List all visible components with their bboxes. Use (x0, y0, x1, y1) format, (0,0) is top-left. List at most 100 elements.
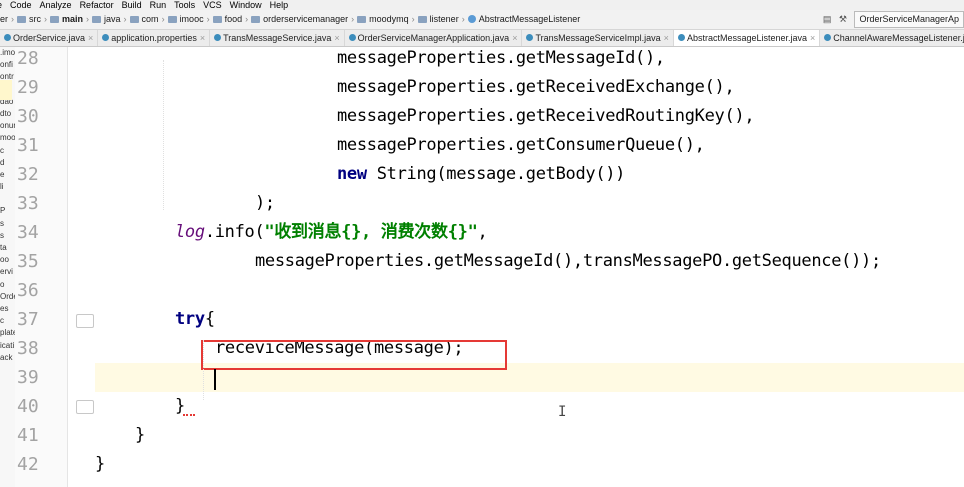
close-icon[interactable]: × (200, 33, 205, 43)
editor-tab[interactable]: application.properties × (98, 30, 211, 46)
code-token: messageProperties.getReceivedRoutingKey(… (337, 106, 755, 126)
project-tree-item[interactable] (0, 193, 15, 205)
close-icon[interactable]: × (334, 33, 339, 43)
tab-label: OrderService.java (13, 33, 86, 43)
breadcrumb-separator: › (206, 14, 210, 24)
breadcrumb-item[interactable]: src (17, 10, 41, 29)
breadcrumb-item[interactable]: AbstractMessageListener (467, 10, 581, 29)
project-tree-item[interactable]: P (0, 205, 15, 217)
project-tree-item[interactable]: e (0, 169, 15, 181)
menu-item[interactable]: Window (230, 0, 262, 10)
menu-item[interactable]: Run (150, 0, 167, 10)
project-tree-item[interactable]: onfi (0, 59, 15, 71)
breadcrumb-item[interactable]: main (50, 10, 83, 29)
breadcrumb-separator: › (11, 14, 15, 24)
project-tree-item[interactable]: ack (0, 352, 15, 364)
breadcrumb-separator: › (161, 14, 165, 24)
code-keyword: new (337, 164, 367, 184)
run-configuration-selector[interactable]: OrderServiceManagerAp (854, 11, 964, 28)
editor-tab[interactable]: TransMessageService.java × (210, 30, 345, 46)
project-tree-item[interactable]: oo (0, 254, 15, 266)
project-tree-item[interactable]: li (0, 181, 15, 193)
project-tree-item[interactable]: s (0, 230, 15, 242)
project-tree-item[interactable]: plate (0, 327, 15, 339)
code-line: messageProperties.getConsumerQueue(), (337, 131, 705, 160)
folder-icon (417, 16, 427, 23)
breadcrumb: er › src › main › java › com › imooc › food › orderser… (0, 10, 583, 29)
folder-icon (251, 16, 261, 23)
gutter-divider (67, 47, 68, 487)
menu-item[interactable]: Refactor (80, 0, 114, 10)
line-number: 39 (17, 367, 39, 388)
breadcrumb-label: er (0, 14, 9, 24)
code-token: messageProperties.getReceivedExchange(), (337, 77, 735, 97)
breadcrumb-item[interactable]: java (92, 10, 121, 29)
project-tree-item[interactable]: icati (0, 340, 15, 352)
project-tree-item[interactable]: o (0, 279, 15, 291)
editor-tab[interactable]: ChannelAwareMessageListener.java× (820, 30, 964, 46)
breadcrumb-item[interactable]: listener (417, 10, 459, 29)
menu-item[interactable]: Tools (174, 0, 195, 10)
breadcrumb-item[interactable]: com (129, 10, 159, 29)
close-icon[interactable]: × (664, 33, 669, 43)
project-tree-item[interactable]: ta (0, 242, 15, 254)
line-number: 40 (17, 396, 39, 417)
code-editor[interactable]: messageProperties.getMessageId(), message… (95, 47, 964, 487)
text-caret (214, 369, 216, 390)
file-type-icon (526, 34, 534, 41)
breadcrumb-label: AbstractMessageListener (478, 14, 581, 24)
line-number: 37 (17, 309, 39, 330)
menu-item[interactable]: Analyze (40, 0, 72, 10)
code-token: { (204, 309, 215, 329)
breadcrumb-label: main (62, 14, 84, 24)
project-tree-item[interactable]: dto (0, 108, 15, 120)
close-icon[interactable]: × (810, 33, 815, 43)
folder-icon (129, 16, 139, 23)
tab-label: TransMessageServiceImpl.java (535, 33, 661, 43)
menu-item[interactable]: e (0, 0, 2, 10)
menu-item[interactable]: Help (270, 0, 289, 10)
editor-tab[interactable]: AbstractMessageListener.java × (673, 30, 821, 46)
code-keyword: try (175, 309, 205, 329)
build-hammer-icon[interactable]: ⚒ (839, 10, 847, 29)
breadcrumb-item[interactable]: imooc (167, 10, 204, 29)
line-number: 33 (17, 193, 39, 214)
project-tree-item[interactable]: moo (0, 132, 15, 144)
code-line: messageProperties.getMessageId(),transMe… (255, 247, 881, 276)
project-tree-item[interactable]: Orde (0, 291, 15, 303)
close-icon[interactable]: × (512, 33, 517, 43)
line-number: 29 (17, 77, 39, 98)
breadcrumb-label: listener (429, 14, 459, 24)
project-tree-item[interactable]: c (0, 145, 15, 157)
project-tree-item[interactable]: es (0, 303, 15, 315)
project-tree-item[interactable]: ervi (0, 266, 15, 278)
code-token: , (477, 222, 488, 242)
project-tree-item[interactable]: c (0, 315, 15, 327)
project-tree-item[interactable]: onun (0, 120, 15, 132)
breadcrumb-separator: › (44, 14, 48, 24)
close-icon[interactable]: × (88, 33, 93, 43)
project-tree-item[interactable]: d (0, 157, 15, 169)
breadcrumb-label: food (224, 14, 243, 24)
file-type-icon (677, 34, 685, 41)
fold-marker-try[interactable] (76, 314, 94, 328)
breadcrumb-item[interactable]: er (0, 10, 8, 29)
menu-item[interactable]: VCS (203, 0, 222, 10)
breadcrumb-item[interactable]: moodymq (357, 10, 409, 29)
menu-item[interactable]: Code (10, 0, 32, 10)
project-tree-item[interactable]: .imo (0, 47, 15, 59)
line-number: 41 (17, 425, 39, 446)
code-line: messageProperties.getMessageId(), (337, 44, 665, 73)
breadcrumb-label: com (141, 14, 159, 24)
menu-item[interactable]: Build (122, 0, 142, 10)
line-number: 34 (17, 222, 39, 243)
folder-icon (212, 16, 222, 23)
code-token: messageProperties.getMessageId(),transMe… (255, 251, 881, 271)
fold-marker-close[interactable] (76, 400, 94, 414)
breadcrumb-item[interactable]: orderservicemanager (251, 10, 348, 29)
run-configuration-label: OrderServiceManagerAp (859, 14, 959, 24)
layout-icon[interactable]: ▤ (823, 10, 832, 29)
breadcrumb-item[interactable]: food (212, 10, 243, 29)
line-number: 28 (17, 48, 39, 69)
project-tree-item[interactable]: s (0, 218, 15, 230)
